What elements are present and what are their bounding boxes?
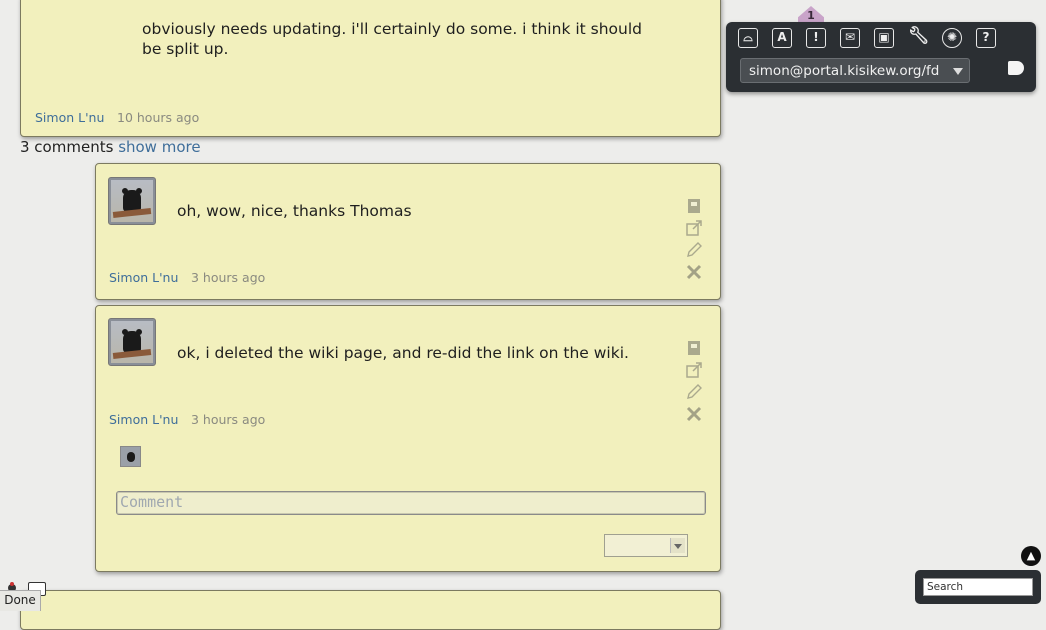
logout-arrow-icon[interactable] <box>1008 61 1024 75</box>
bookmark-icon[interactable] <box>685 339 703 357</box>
comment-actions <box>685 339 707 427</box>
post-author-link[interactable]: Simon L'nu <box>35 110 104 125</box>
network-icon[interactable]: ⌓ <box>738 28 758 48</box>
my-avatar-thumbnail <box>120 446 141 467</box>
search-widget: Search <box>915 570 1041 604</box>
comment-text: ok, i deleted the wiki page, and re-did … <box>177 344 629 362</box>
comment-text: oh, wow, nice, thanks Thomas <box>177 202 412 220</box>
comment-timestamp[interactable]: 3 hours ago <box>191 270 265 285</box>
avatar[interactable] <box>108 177 156 225</box>
comment-timestamp[interactable]: 3 hours ago <box>191 412 265 427</box>
comment-author-link[interactable]: Simon L'nu <box>109 412 178 427</box>
chevron-down-icon <box>953 68 963 75</box>
scroll-top-button[interactable]: ▲ <box>1021 546 1041 566</box>
edit-pencil-icon[interactable] <box>685 383 703 401</box>
search-input[interactable]: Search <box>923 578 1033 596</box>
edit-pencil-icon[interactable] <box>685 241 703 259</box>
comment-count: 3 comments <box>20 138 114 156</box>
help-icon[interactable]: ? <box>976 28 996 48</box>
next-post-card <box>20 590 721 630</box>
delete-icon[interactable] <box>685 405 703 423</box>
post-text-line1: obviously needs updating. i'll certainly… <box>142 20 643 38</box>
share-icon[interactable] <box>685 219 703 237</box>
account-label: simon@portal.kisikew.org/fd <box>749 63 940 79</box>
contacts-icon[interactable]: A <box>772 28 792 48</box>
comment-author-link[interactable]: Simon L'nu <box>109 270 178 285</box>
comment-actions <box>685 197 707 285</box>
account-select[interactable]: simon@portal.kisikew.org/fd <box>740 58 970 83</box>
comment-card: oh, wow, nice, thanks Thomas Simon L'nu … <box>95 163 721 300</box>
show-more-link[interactable]: show more <box>118 138 200 156</box>
comment-input[interactable]: Comment <box>116 491 706 515</box>
delete-icon[interactable] <box>685 263 703 281</box>
admin-gear-icon[interactable]: ✺ <box>942 28 962 48</box>
comment-card: ok, i deleted the wiki page, and re-did … <box>95 305 721 572</box>
notifications-icon[interactable]: ! <box>806 28 826 48</box>
avatar[interactable] <box>108 318 156 366</box>
apps-icon[interactable]: ▣ <box>874 28 894 48</box>
notification-badge[interactable]: 1 <box>798 6 824 22</box>
post-body: obviously needs updating. i'll certainly… <box>142 19 662 59</box>
comment-options-select[interactable] <box>604 534 688 557</box>
post-text-line2: be split up. <box>142 40 229 58</box>
settings-wrench-icon[interactable]: 🔧︎ <box>908 28 930 48</box>
comments-summary: 3 comments show more <box>20 138 201 156</box>
share-icon[interactable] <box>685 361 703 379</box>
search-placeholder: Search <box>927 581 964 593</box>
post-card: obviously needs updating. i'll certainly… <box>20 0 721 137</box>
status-text: Done <box>0 590 41 611</box>
comment-placeholder: Comment <box>120 493 184 511</box>
post-timestamp[interactable]: 10 hours ago <box>117 110 199 125</box>
chevron-down-icon <box>670 538 685 553</box>
bookmark-icon[interactable] <box>685 197 703 215</box>
messages-icon[interactable]: ✉ <box>840 28 860 48</box>
